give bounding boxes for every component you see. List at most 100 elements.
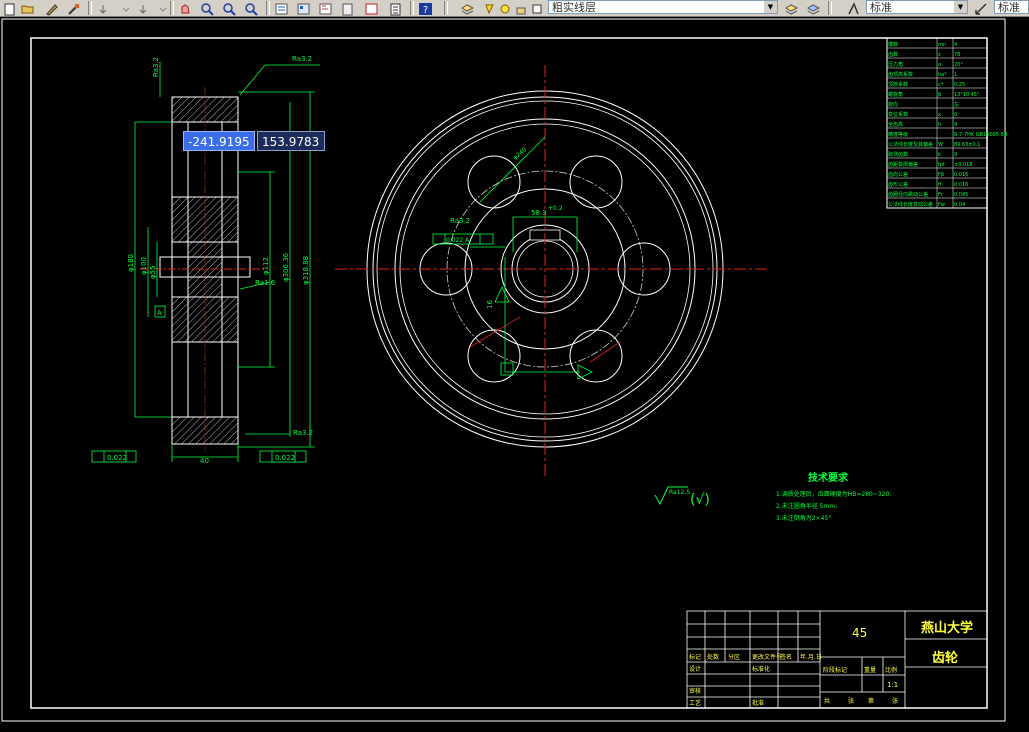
tool-palette-icon[interactable]: [318, 1, 333, 15]
layer-select[interactable]: 粗实线层 ▼: [548, 0, 778, 14]
calculator-icon[interactable]: [388, 1, 403, 16]
tb-stage-mark: 阶段标记: [823, 666, 847, 674]
inner-border: [30, 37, 988, 709]
text-style-select[interactable]: 标准 ▼: [866, 0, 968, 14]
params-table-cell: α: [938, 62, 942, 68]
layer-on-icon[interactable]: [482, 1, 497, 15]
finish-bottom: Ra3.2: [293, 429, 313, 437]
params-table-cell: 齿距极限偏差: [888, 161, 918, 168]
dim-outer: φ318.88: [302, 256, 310, 285]
tech-req-item: 2.未注圆角半径 5mm;: [776, 502, 837, 510]
properties-icon[interactable]: [274, 1, 289, 15]
tb-zone: 分区: [728, 653, 740, 661]
help-icon[interactable]: ?: [418, 1, 433, 16]
tb-sheet: 张: [848, 697, 854, 705]
finish-mid: Ra1.6: [255, 279, 276, 287]
tb-sign: 签名: [780, 653, 792, 661]
material-label: 45: [852, 626, 867, 640]
tb-sheet2: 张: [892, 697, 898, 705]
params-table-cell: 8-7-7HK GB10095-88: [954, 132, 1007, 138]
finish-left: Ra3.2: [152, 57, 160, 77]
pencil-icon[interactable]: [44, 1, 59, 16]
params-table-cell: 公法线长度变动公差: [888, 201, 933, 208]
redo-icon[interactable]: [136, 1, 151, 15]
tb-no: 第: [868, 697, 874, 705]
section-view: φ180 φ100 φ55 φ112 φ306.36 φ318.88 40 Ra…: [91, 55, 320, 465]
tol-right: 0.022: [275, 454, 295, 462]
dim-style-icon[interactable]: [974, 1, 989, 15]
params-table-cell: k: [938, 152, 941, 158]
tb-total: 共: [824, 697, 830, 705]
scale-label: 1:1: [887, 681, 898, 689]
dim-hub: φ180: [127, 254, 135, 272]
separator: [410, 1, 414, 15]
dim-keyway-tol: +0.2: [548, 205, 563, 212]
chevron-down-icon[interactable]: ▼: [954, 1, 967, 13]
text-style-value: 标准: [870, 1, 892, 14]
params-table-cell: 齿形公差: [888, 181, 908, 188]
tb-ratio: 比例: [885, 666, 897, 674]
params-table-cell: 13°10'45": [954, 92, 979, 98]
text-style-icon[interactable]: [846, 1, 861, 15]
open-icon[interactable]: [20, 1, 35, 15]
tb-check: 审核: [689, 687, 701, 695]
params-table-cell: z: [938, 52, 941, 58]
brush-icon[interactable]: [66, 1, 81, 15]
tb-approve: 批准: [752, 699, 764, 707]
params-table-cell: x: [938, 112, 941, 118]
new-icon[interactable]: [2, 1, 17, 16]
chevron-down-icon[interactable]: ▼: [764, 1, 777, 13]
undo-dropdown-icon[interactable]: [118, 1, 133, 15]
zoom-previous-icon[interactable]: [244, 1, 259, 16]
redo-dropdown-icon[interactable]: [155, 1, 170, 15]
zoom-window-icon[interactable]: [222, 1, 237, 16]
design-center-icon[interactable]: [296, 1, 311, 15]
params-table-cell: 9: [954, 122, 957, 128]
coord-y-value: 153.9783: [262, 135, 320, 149]
undo-icon[interactable]: [96, 1, 111, 15]
params-table-cell: 全齿高: [888, 121, 903, 128]
params-table-cell: 螺旋角: [888, 91, 903, 98]
drawing-canvas[interactable]: φ180 φ100 φ55 φ112 φ306.36 φ318.88 40 Ra…: [0, 17, 1029, 732]
params-table-cell: 压力角: [888, 61, 903, 68]
params-table-cell: β: [938, 92, 941, 98]
separator: [828, 1, 832, 15]
params-table-cell: ff: [938, 182, 942, 188]
params-table-cell: Fβ: [938, 172, 944, 178]
params-table-cell: 78: [954, 52, 960, 58]
params-table-cell: ±0.018: [954, 162, 973, 168]
params-table-cell: 齿数: [888, 51, 898, 58]
coord-y-input[interactable]: 153.9783: [257, 131, 325, 151]
layer-freeze-icon[interactable]: [498, 1, 513, 15]
make-current-icon[interactable]: [784, 1, 799, 15]
dim-root: φ306.36: [282, 252, 290, 282]
tech-req-item: 3.未注倒角为2×45°: [776, 514, 831, 522]
coord-x-input[interactable]: -241.9195: [183, 131, 255, 151]
layer-manager-icon[interactable]: [460, 1, 475, 15]
params-table-cell: 0.25: [954, 82, 965, 88]
markup-icon[interactable]: [364, 1, 379, 15]
params-table-cell: 齿圈径向跳动公差: [888, 191, 928, 198]
toolbar: ? 粗实线层 ▼ 标准 ▼ 标准: [0, 0, 1029, 17]
dim-side: φ112: [262, 257, 270, 275]
layer-lock-icon[interactable]: [514, 1, 529, 15]
params-table-cell: 精度等级: [888, 131, 908, 138]
separator: [266, 1, 270, 15]
layer-select-value: 粗实线层: [552, 1, 596, 14]
params-table-cell: W: [938, 142, 943, 148]
params-table-cell: 齿顶高系数: [888, 71, 913, 78]
tb-design: 设计: [689, 665, 701, 673]
tech-req-title: 技术要求: [808, 471, 849, 484]
pan-icon[interactable]: [178, 1, 193, 15]
sheet-set-icon[interactable]: [340, 1, 355, 16]
params-table-cell: 0.04: [954, 202, 965, 208]
zoom-realtime-icon[interactable]: [200, 1, 215, 16]
tech-requirements: 技术要求 1.调质处理后，齿面硬度为HB=280~320; 2.未注圆角半径 5…: [654, 471, 891, 522]
layer-previous-icon[interactable]: [806, 1, 821, 15]
layer-color-icon[interactable]: [530, 1, 545, 15]
params-table-cell: 公法线长度及其偏差: [888, 141, 933, 148]
params-table-cell: fpt: [938, 162, 945, 168]
params-table-cell: ha*: [938, 72, 947, 78]
params-table-cell: 0: [954, 112, 957, 118]
dim-style-select[interactable]: 标准: [994, 0, 1029, 14]
